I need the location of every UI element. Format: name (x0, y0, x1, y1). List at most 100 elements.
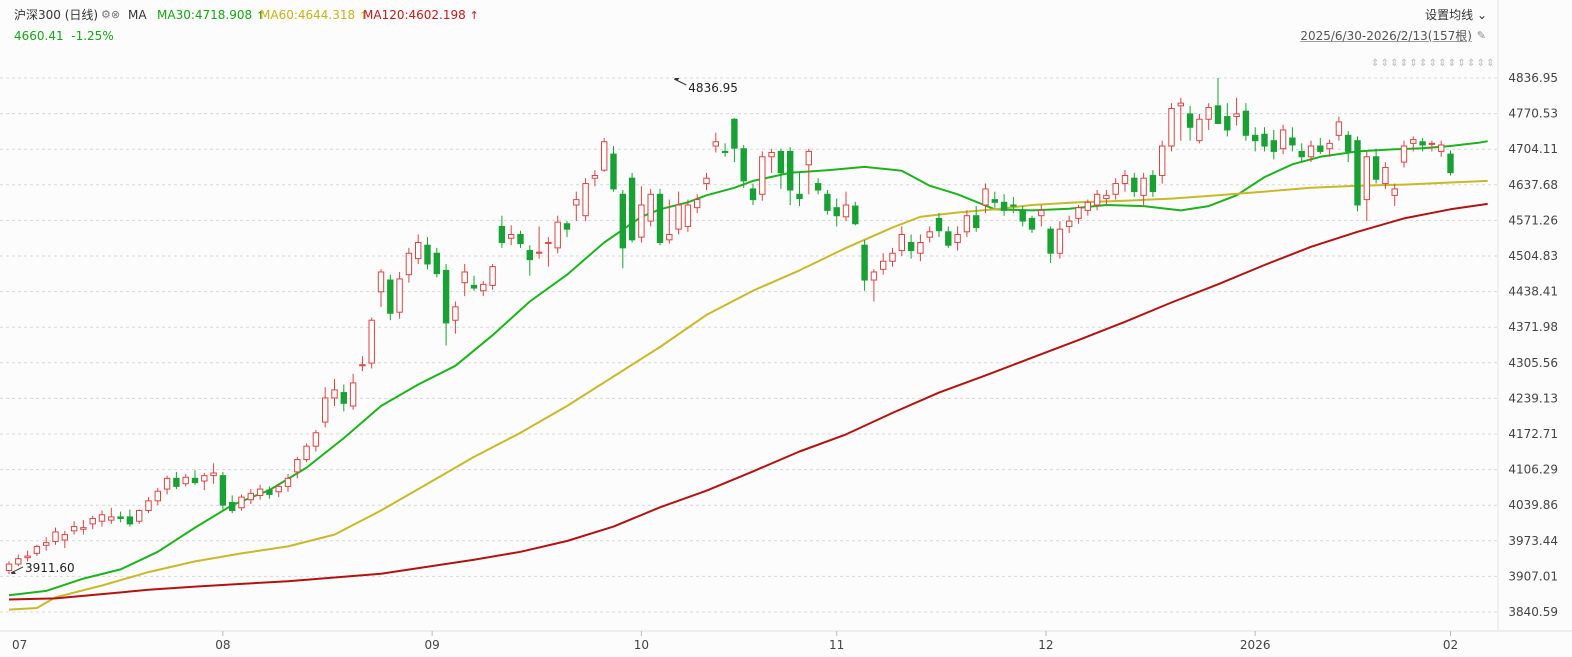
candle (136, 509, 143, 524)
low-marker-arrow (10, 566, 24, 574)
scroll-arrow-icon: ⇕ (1381, 58, 1389, 69)
candle-body (70, 526, 78, 532)
candle-body (1159, 145, 1166, 177)
candle (52, 527, 59, 545)
candle (545, 237, 552, 267)
y-tick-label: 4172.71 (1508, 427, 1558, 441)
candle (963, 210, 971, 238)
candle (610, 146, 617, 192)
candle-body (1224, 116, 1231, 131)
candle-body (889, 252, 896, 262)
candle (433, 247, 441, 278)
candle (1038, 204, 1045, 227)
candle-body (1000, 201, 1008, 211)
candle (870, 269, 878, 302)
candle (349, 373, 357, 410)
candle-body (647, 193, 654, 222)
candle (740, 144, 747, 188)
candle (191, 470, 199, 485)
candle (1289, 127, 1296, 152)
candle (219, 471, 227, 510)
y-tick-label: 4438.41 (1508, 285, 1558, 299)
y-tick-label: 4571.26 (1508, 213, 1558, 227)
y-tick-label: 4770.53 (1508, 107, 1558, 121)
y-tick-label: 4836.95 (1508, 71, 1558, 85)
candle-body (973, 215, 980, 229)
candle-body (1410, 139, 1417, 144)
candle-body (1038, 209, 1045, 217)
candle-body (89, 518, 96, 525)
candle-body (814, 183, 822, 191)
candle-body (1233, 113, 1240, 118)
candle (173, 471, 180, 490)
candle (638, 186, 645, 243)
candle-body (1177, 102, 1184, 107)
candle-body (675, 204, 682, 230)
scroll-arrow-icon: ⇕ (1438, 58, 1446, 69)
candle (824, 189, 831, 215)
candle (229, 495, 236, 514)
x-tick-label: 08 (215, 638, 230, 652)
x-tick-label: 02 (1443, 638, 1458, 652)
candle-body (1140, 177, 1147, 196)
candle (33, 544, 41, 557)
candle-body (396, 278, 403, 313)
candle-body (917, 242, 924, 254)
candle (1242, 103, 1250, 141)
candle (1066, 215, 1073, 233)
candle-body (442, 269, 450, 324)
candle (982, 183, 989, 214)
candle-body (201, 475, 208, 482)
candle-body (1317, 145, 1324, 152)
candle-body (1056, 228, 1064, 254)
candle-body (805, 150, 812, 166)
candle-body (247, 492, 255, 501)
candle (331, 379, 338, 406)
candle (1131, 172, 1138, 197)
y-tick-label: 4039.86 (1508, 498, 1558, 512)
candle-body (1186, 113, 1194, 128)
y-tick-label: 3973.44 (1508, 534, 1558, 548)
candle-body (210, 472, 217, 477)
candle-body (1131, 177, 1138, 193)
candle-body (824, 193, 831, 211)
candle (303, 443, 310, 463)
candle-body (1252, 134, 1259, 142)
scroll-arrows[interactable]: ⇕ ⇕ ⇕ ⇕ ⇕ ⇕ ⇕ ⇕ ⇕ ⇕ ⇕ ⇕ ⇕ (1371, 58, 1495, 69)
candle-body (907, 242, 915, 252)
candle (628, 172, 636, 243)
candle (796, 171, 803, 207)
ma-line-ma120 (8, 202, 1488, 601)
candle-body (545, 242, 552, 245)
candle (1335, 116, 1343, 141)
high-marker-label: 4836.95 (688, 81, 738, 95)
candle (1270, 129, 1277, 160)
x-tick-label: 10 (634, 638, 649, 652)
scroll-arrow-icon: ⇕ (1400, 58, 1408, 69)
candle-body (238, 496, 245, 509)
x-tick-label: 12 (1038, 638, 1053, 652)
y-tick-label: 3840.59 (1508, 605, 1558, 619)
candle-body (870, 271, 878, 281)
scroll-arrow-icon: ⇕ (1419, 58, 1427, 69)
candle-body (1112, 183, 1119, 195)
candle-body (229, 501, 236, 511)
candle-body (1168, 108, 1175, 147)
candle (210, 463, 217, 484)
candle-body (703, 177, 710, 185)
candle-body (117, 516, 124, 520)
candle-body (98, 514, 106, 522)
candle-body (1428, 142, 1436, 145)
candle-body (331, 389, 338, 399)
candle-body (1447, 153, 1454, 174)
candle-body (954, 233, 961, 244)
candle (1121, 170, 1129, 192)
candle (898, 226, 905, 256)
candle (1168, 103, 1175, 152)
candle (1112, 178, 1119, 200)
candle (108, 507, 115, 524)
candlestick-chart[interactable]: 4836.95 4770.53 4704.11 4637.68 4571.26 4504.… (0, 0, 1572, 657)
candle-body (1419, 141, 1426, 146)
candle (563, 221, 571, 238)
candle-body (935, 217, 943, 232)
